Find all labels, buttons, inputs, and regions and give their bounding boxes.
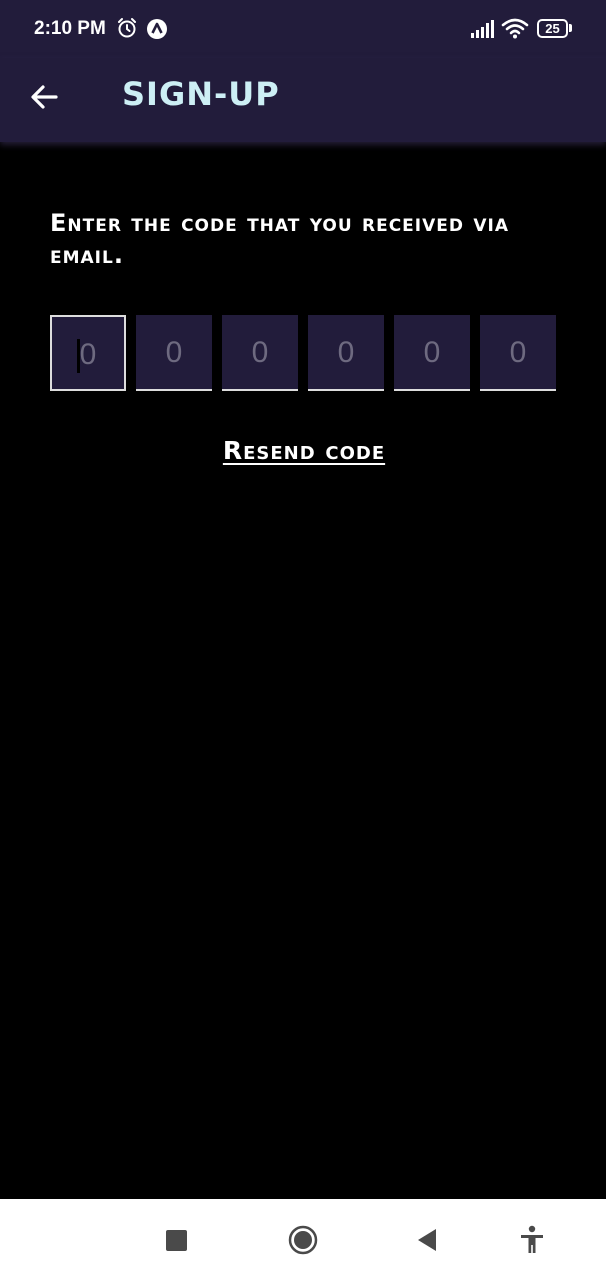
- status-bar: 2:10 PM 25: [0, 0, 606, 58]
- code-digit-6[interactable]: 0: [480, 315, 556, 391]
- page-title: SIGN-UP: [122, 75, 280, 113]
- alarm-icon: [118, 18, 136, 38]
- code-digit-3[interactable]: 0: [222, 315, 298, 391]
- battery-tip: [569, 24, 572, 32]
- arrow-left-icon[interactable]: [26, 78, 64, 116]
- code-digit-placeholder: 0: [79, 338, 97, 371]
- code-digit-placeholder: 0: [423, 336, 441, 369]
- back-icon[interactable]: [414, 1227, 438, 1253]
- recent-apps-icon[interactable]: [166, 1230, 187, 1251]
- code-input-row: 0 0 0 0 0 0: [50, 315, 556, 392]
- app-bar: SIGN-UP: [0, 58, 606, 142]
- instructions-text: Enter the code that you received via ema…: [50, 209, 509, 269]
- code-digit-placeholder: 0: [337, 336, 355, 369]
- code-digit-1[interactable]: 0: [50, 315, 126, 391]
- home-icon[interactable]: [288, 1225, 318, 1255]
- code-digit-5[interactable]: 0: [394, 315, 470, 391]
- resend-code-link[interactable]: Resend code: [211, 436, 397, 465]
- code-digit-placeholder: 0: [251, 336, 269, 369]
- accessibility-icon[interactable]: [518, 1225, 546, 1255]
- code-digit-placeholder: 0: [165, 336, 183, 369]
- navigation-bar: [0, 1199, 606, 1280]
- status-time: 2:10 PM: [34, 18, 106, 39]
- signal-icon: [471, 20, 494, 38]
- wifi-icon: [501, 18, 529, 39]
- code-digit-placeholder: 0: [509, 336, 527, 369]
- code-digit-2[interactable]: 0: [136, 315, 212, 391]
- app-notification-icon: [147, 19, 167, 39]
- battery-icon: 25: [537, 19, 568, 38]
- code-digit-4[interactable]: 0: [308, 315, 384, 391]
- text-caret: [77, 339, 80, 373]
- battery-level: 25: [545, 21, 560, 36]
